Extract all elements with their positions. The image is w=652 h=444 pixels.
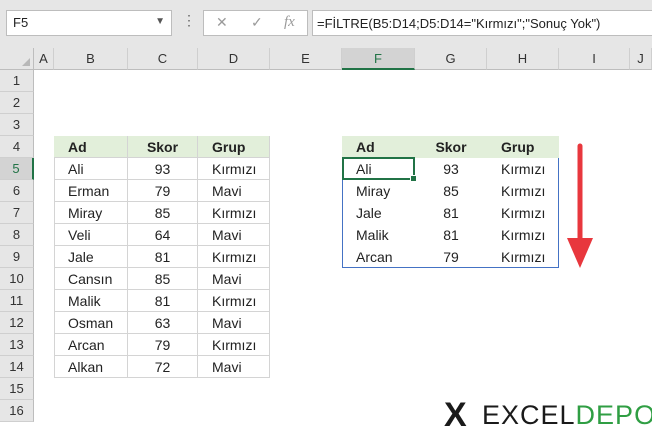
result_table-cell[interactable]: Miray — [342, 180, 415, 202]
row-header-13[interactable]: 13 — [0, 334, 34, 356]
row-header-3[interactable]: 3 — [0, 114, 34, 136]
source_table-cell[interactable]: Kırmızı — [198, 334, 270, 356]
column-header-F[interactable]: F — [342, 48, 415, 70]
column-header-G[interactable]: G — [415, 48, 487, 70]
excel-depo-logo: X EXCELDEPO — [444, 395, 652, 435]
result_table-cell[interactable]: Jale — [342, 202, 415, 224]
result_table-cell[interactable]: 85 — [415, 180, 487, 202]
source_table-cell[interactable]: 79 — [128, 334, 198, 356]
result_table-cell[interactable]: Kırmızı — [487, 180, 559, 202]
name-box-value: F5 — [13, 15, 29, 30]
column-header-H[interactable]: H — [487, 48, 559, 70]
result_table-cell[interactable]: Kırmızı — [487, 224, 559, 246]
active-cell-F5[interactable] — [342, 157, 417, 182]
row-header-7[interactable]: 7 — [0, 202, 34, 224]
source_table-cell[interactable]: Mavi — [198, 268, 270, 290]
source_table-cell[interactable]: Mavi — [198, 180, 270, 202]
chevron-down-icon[interactable]: ▼ — [155, 16, 165, 27]
row-header-2[interactable]: 2 — [0, 92, 34, 114]
source_table-cell[interactable]: Jale — [54, 246, 128, 268]
source_table-cell[interactable]: Mavi — [198, 356, 270, 378]
row-header-11[interactable]: 11 — [0, 290, 34, 312]
result_table-cell[interactable]: Kırmızı — [487, 158, 559, 180]
column-header-I[interactable]: I — [559, 48, 630, 70]
row-header-9[interactable]: 9 — [0, 246, 34, 268]
column-header-A[interactable]: A — [34, 48, 54, 70]
enter-icon[interactable]: ✓ — [251, 14, 263, 31]
source_table-cell[interactable]: Mavi — [198, 312, 270, 334]
name-box[interactable]: F5 ▼ — [6, 10, 172, 36]
source_table-cell[interactable]: 85 — [128, 268, 198, 290]
more-options-icon[interactable]: ⋮ — [182, 12, 196, 29]
result_table-cell[interactable]: Malik — [342, 224, 415, 246]
source_table-cell[interactable]: Osman — [54, 312, 128, 334]
column-header-B[interactable]: B — [54, 48, 128, 70]
source_table-cell[interactable]: 63 — [128, 312, 198, 334]
result_table-header-cell[interactable]: Ad — [342, 136, 415, 158]
result_table-header-cell[interactable]: Skor — [415, 136, 487, 158]
select-all-corner[interactable] — [0, 48, 34, 70]
formula-bar-area: F5 ▼ ⋮ ✕ ✓ fx =FİLTRE(B5:D14;D5:D14="Kır… — [0, 0, 652, 48]
insert-function-icon[interactable]: fx — [284, 14, 295, 31]
down-arrow-icon — [567, 143, 593, 268]
row-header-14[interactable]: 14 — [0, 356, 34, 378]
result_table-cell[interactable]: 79 — [415, 246, 487, 268]
source_table-header-cell[interactable]: Skor — [128, 136, 198, 158]
column-header-D[interactable]: D — [198, 48, 270, 70]
source_table-cell[interactable]: Arcan — [54, 334, 128, 356]
formula-buttons: ✕ ✓ fx — [203, 10, 308, 36]
result_table-header-cell[interactable]: Grup — [487, 136, 559, 158]
column-header-J[interactable]: J — [630, 48, 652, 70]
source_table-cell[interactable]: Ali — [54, 158, 128, 180]
source_table-cell[interactable]: Kırmızı — [198, 290, 270, 312]
source_table-cell[interactable]: Miray — [54, 202, 128, 224]
row-header-12[interactable]: 12 — [0, 312, 34, 334]
source_table-cell[interactable]: Kırmızı — [198, 202, 270, 224]
source_table-cell[interactable]: Malik — [54, 290, 128, 312]
row-header-10[interactable]: 10 — [0, 268, 34, 290]
source_table-cell[interactable]: Erman — [54, 180, 128, 202]
source_table-cell[interactable]: 72 — [128, 356, 198, 378]
source_table-cell[interactable]: Kırmızı — [198, 158, 270, 180]
source_table-cell[interactable]: 93 — [128, 158, 198, 180]
logo-x-icon: X — [444, 396, 467, 434]
source_table-cell[interactable]: Mavi — [198, 224, 270, 246]
result_table-cell[interactable]: 93 — [415, 158, 487, 180]
row-header-6[interactable]: 6 — [0, 180, 34, 202]
source_table-header-cell[interactable]: Grup — [198, 136, 270, 158]
result_table-cell[interactable]: Arcan — [342, 246, 415, 268]
source_table-cell[interactable]: 85 — [128, 202, 198, 224]
column-header-E[interactable]: E — [270, 48, 342, 70]
arrow-head — [567, 238, 593, 268]
source_table-cell[interactable]: 81 — [128, 246, 198, 268]
result_table-cell[interactable]: 81 — [415, 224, 487, 246]
source_table-cell[interactable]: 64 — [128, 224, 198, 246]
source_table-cell[interactable]: Cansın — [54, 268, 128, 290]
source_table-cell[interactable]: Alkan — [54, 356, 128, 378]
column-header-C[interactable]: C — [128, 48, 198, 70]
logo-text: EXCELDEPO — [482, 400, 652, 430]
formula-input[interactable]: =FİLTRE(B5:D14;D5:D14="Kırmızı";"Sonuç Y… — [312, 10, 652, 36]
source_table-cell[interactable]: 79 — [128, 180, 198, 202]
row-header-15[interactable]: 15 — [0, 378, 34, 400]
row-header-8[interactable]: 8 — [0, 224, 34, 246]
row-header-5[interactable]: 5 — [0, 158, 34, 180]
result_table-cell[interactable]: Kırmızı — [487, 246, 559, 268]
result_table-cell[interactable]: Kırmızı — [487, 202, 559, 224]
result_table-cell[interactable]: 81 — [415, 202, 487, 224]
cancel-icon[interactable]: ✕ — [216, 14, 228, 31]
source_table-cell[interactable]: 81 — [128, 290, 198, 312]
source_table-header-cell[interactable]: Ad — [54, 136, 128, 158]
row-header-1[interactable]: 1 — [0, 70, 34, 92]
row-header-16[interactable]: 16 — [0, 400, 34, 422]
source_table-cell[interactable]: Veli — [54, 224, 128, 246]
source_table-cell[interactable]: Kırmızı — [198, 246, 270, 268]
row-header-4[interactable]: 4 — [0, 136, 34, 158]
